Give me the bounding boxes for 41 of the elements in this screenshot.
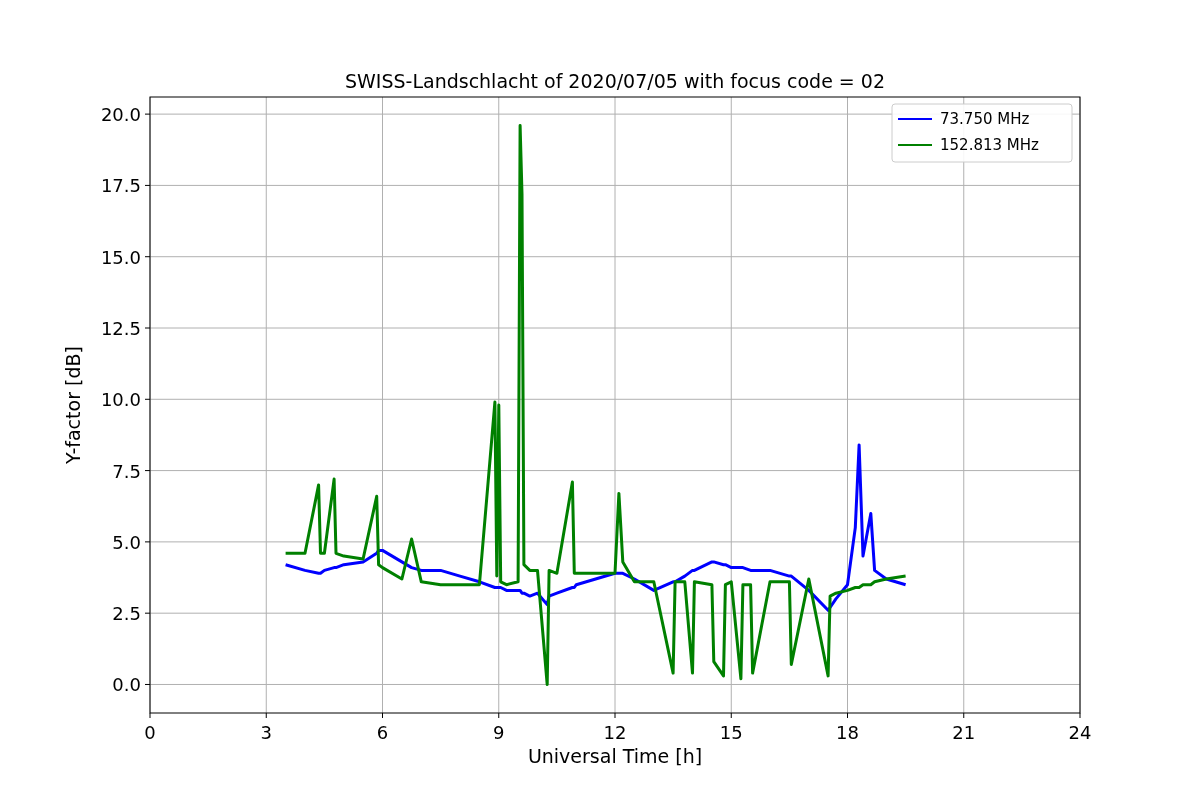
tick-mark bbox=[144, 612, 151, 614]
tick-label: 5.0 bbox=[112, 531, 141, 553]
legend-label: 73.750 MHz bbox=[940, 110, 1030, 128]
x-axis-label: Universal Time [h] bbox=[527, 745, 703, 767]
tick-mark bbox=[847, 712, 848, 719]
tick-mark bbox=[144, 684, 151, 685]
tick-label: 12.5 bbox=[100, 318, 141, 339]
chart-title: SWISS-Landschlacht of 2020/07/05 with focus code = 02 bbox=[345, 70, 885, 92]
tick-mark bbox=[144, 256, 151, 258]
legend-label: 152.813 MHz bbox=[940, 136, 1039, 154]
tick-label: 3 bbox=[260, 722, 272, 743]
tick-mark bbox=[149, 712, 151, 719]
tick-label: 2.5 bbox=[112, 603, 141, 625]
tick-label: 0.0 bbox=[112, 674, 141, 696]
tick-mark bbox=[144, 184, 151, 186]
tick-mark bbox=[382, 712, 383, 719]
tick-mark bbox=[144, 113, 151, 115]
tick-label: 6 bbox=[376, 722, 389, 743]
tick-label: 18 bbox=[836, 722, 859, 743]
tick-mark bbox=[1079, 712, 1081, 719]
tick-label: 15.0 bbox=[100, 246, 141, 268]
tick-mark bbox=[730, 712, 732, 719]
tick-label: 10.0 bbox=[100, 389, 141, 411]
tick-mark bbox=[498, 712, 500, 719]
y-axis-label: Y-factor [dB] bbox=[62, 346, 84, 464]
tick-label: 24 bbox=[1068, 722, 1092, 743]
tick-mark bbox=[614, 712, 616, 719]
tick-mark bbox=[144, 541, 151, 543]
tick-label: 15 bbox=[719, 722, 743, 743]
tick-mark bbox=[265, 712, 267, 719]
tick-label: 20.0 bbox=[100, 104, 141, 126]
tick-label: 7.5 bbox=[112, 460, 141, 482]
tick-mark bbox=[144, 470, 151, 472]
tick-label: 21 bbox=[952, 722, 976, 743]
tick-mark bbox=[963, 712, 965, 719]
tick-mark bbox=[144, 327, 151, 329]
tick-label: 0 bbox=[144, 722, 156, 743]
tick-label: 17.5 bbox=[100, 175, 141, 197]
tick-mark bbox=[144, 398, 151, 400]
tick-label: 12 bbox=[603, 722, 627, 743]
tick-label: 9 bbox=[493, 722, 505, 743]
